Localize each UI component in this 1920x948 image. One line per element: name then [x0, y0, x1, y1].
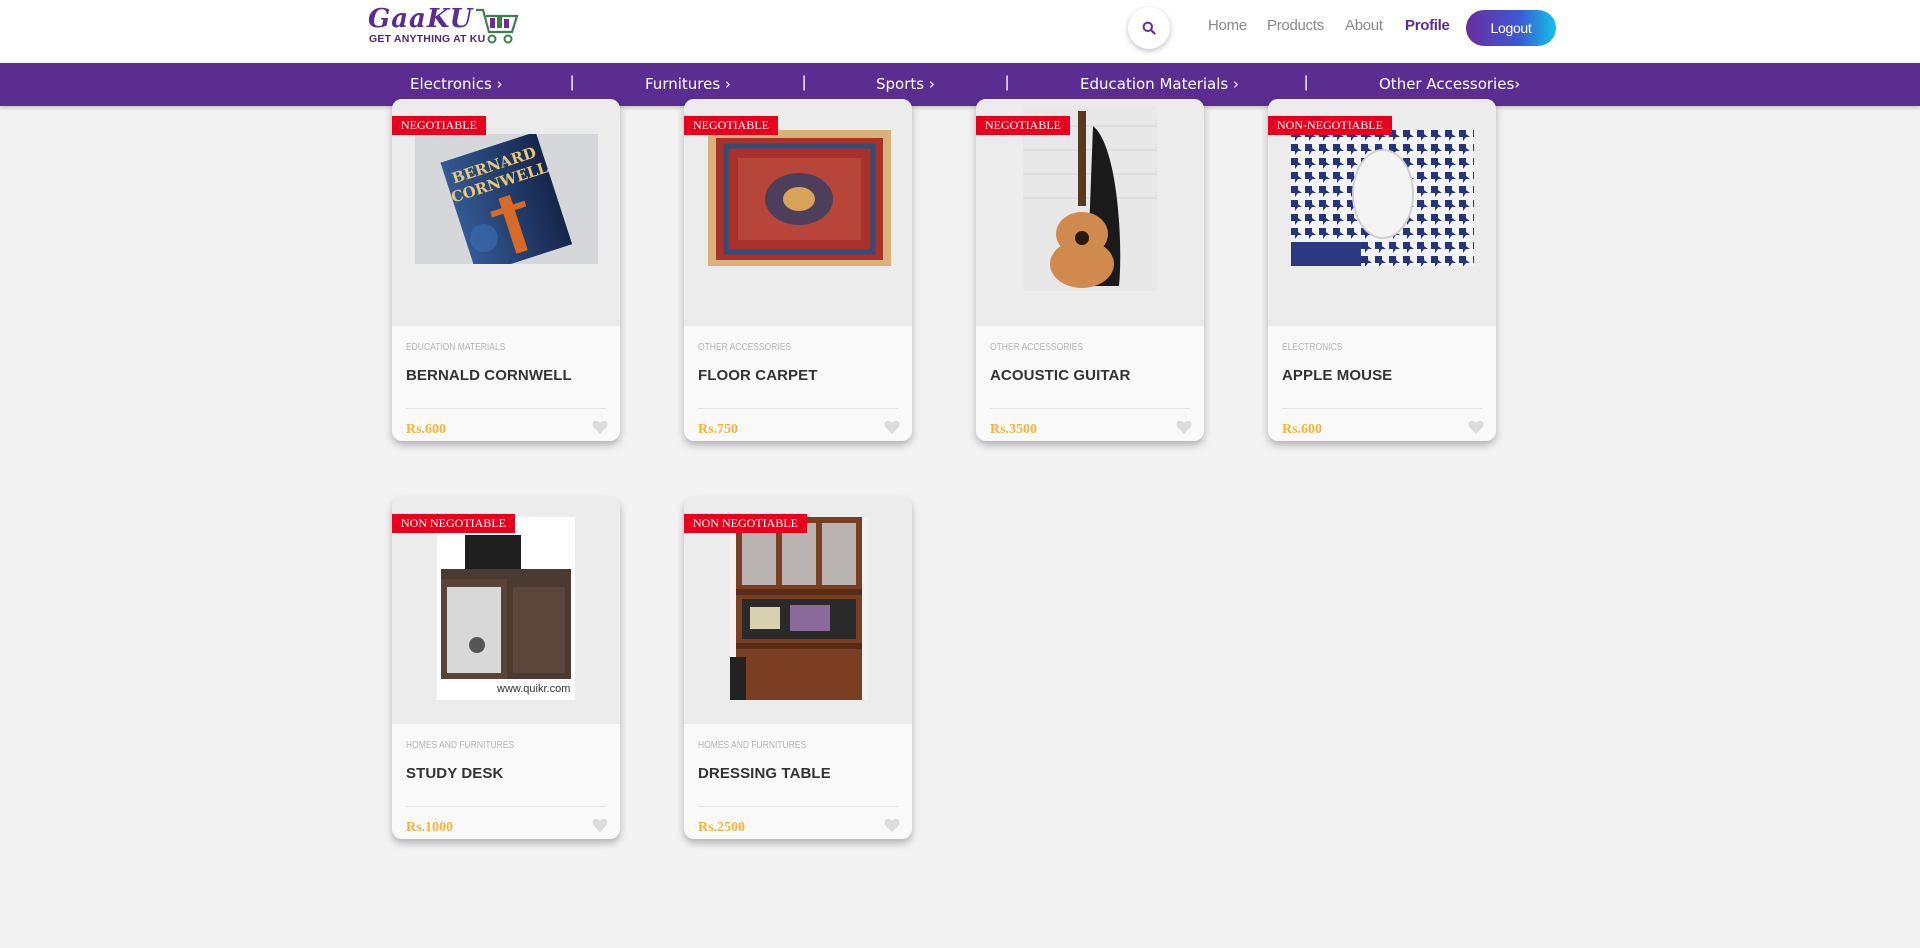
product-card[interactable]: NEGOTIABLE OTHER ACCESSORIES FLOOR CARPE… — [684, 99, 912, 441]
category-separator: | — [570, 74, 575, 91]
heart-icon[interactable] — [1468, 420, 1484, 435]
product-category: EDUCATION MATERIALS — [406, 342, 506, 353]
category-separator: | — [1304, 74, 1309, 91]
heart-icon[interactable] — [592, 420, 608, 435]
product-card[interactable]: www.quikr.com NON NEGOTIABLE HOMES AND F… — [392, 497, 620, 839]
category-separator: | — [802, 74, 807, 91]
desk-photo[interactable]: www.quikr.com — [437, 517, 575, 700]
heart-icon[interactable] — [592, 818, 608, 833]
product-price: Rs.600 — [406, 422, 447, 437]
divider — [406, 408, 606, 409]
category-nav-bar: Electronics › | Furnitures › | Sports › … — [0, 63, 1920, 106]
top-header: GaaKU GET ANYTHING AT KU Home Products A… — [0, 0, 1920, 63]
cabinet-photo[interactable] — [730, 517, 868, 700]
brand-name: GaaKU — [368, 4, 474, 34]
product-price: Rs.3500 — [990, 422, 1038, 437]
category-other-accessories[interactable]: Other Accessories› — [1379, 75, 1520, 93]
product-category: OTHER ACCESSORIES — [698, 342, 792, 353]
heart-icon[interactable] — [884, 420, 900, 435]
product-card[interactable]: BERNARD CORNWELL NEGOTIABLE EDUCATION MA… — [392, 99, 620, 441]
category-separator: | — [1005, 74, 1010, 91]
heart-icon[interactable] — [884, 818, 900, 833]
product-title[interactable]: APPLE MOUSE — [1282, 367, 1392, 384]
product-card[interactable]: NEGOTIABLE OTHER ACCESSORIES ACOUSTIC GU… — [976, 99, 1204, 441]
product-price: Rs.750 — [698, 422, 739, 437]
heart-icon[interactable] — [1176, 420, 1192, 435]
divider — [406, 806, 606, 807]
nav-products[interactable]: Products — [1267, 17, 1324, 34]
nav-profile[interactable]: Profile — [1405, 17, 1450, 34]
carpet-photo[interactable] — [708, 130, 891, 266]
nav-about[interactable]: About — [1345, 17, 1383, 34]
category-sports[interactable]: Sports › — [876, 75, 935, 93]
product-category: HOMES AND FURNITURES — [406, 740, 515, 751]
product-title[interactable]: STUDY DESK — [406, 765, 503, 782]
non-negotiable-badge: NON NEGOTIABLE — [392, 514, 515, 533]
product-title[interactable]: BERNALD CORNWELL — [406, 367, 572, 384]
non-negotiable-badge: NON-NEGOTIABLE — [1268, 116, 1392, 135]
product-title[interactable]: FLOOR CARPET — [698, 367, 818, 384]
product-card[interactable]: NON NEGOTIABLE HOMES AND FURNITURES DRES… — [684, 497, 912, 839]
product-price: Rs.1000 — [406, 820, 454, 835]
mouse-photo[interactable] — [1291, 130, 1474, 266]
divider — [990, 408, 1190, 409]
divider — [1282, 408, 1482, 409]
product-category: HOMES AND FURNITURES — [698, 740, 807, 751]
negotiable-badge: NEGOTIABLE — [684, 116, 778, 135]
product-price: Rs.2500 — [698, 820, 746, 835]
category-electronics[interactable]: Electronics › — [410, 75, 503, 93]
negotiable-badge: NEGOTIABLE — [976, 116, 1070, 135]
nav-home[interactable]: Home — [1208, 17, 1247, 34]
product-price: Rs.600 — [1282, 422, 1323, 437]
non-negotiable-badge: NON NEGOTIABLE — [684, 514, 807, 533]
negotiable-badge: NEGOTIABLE — [392, 116, 486, 135]
category-furnitures[interactable]: Furnitures › — [645, 75, 731, 93]
book-photo[interactable]: BERNARD CORNWELL — [415, 134, 598, 264]
product-title[interactable]: ACOUSTIC GUITAR — [990, 367, 1130, 384]
category-education-materials[interactable]: Education Materials › — [1080, 75, 1239, 93]
product-card[interactable]: NON-NEGOTIABLE ELECTRONICS APPLE MOUSE R… — [1268, 99, 1496, 441]
search-button[interactable] — [1128, 7, 1170, 49]
product-category: OTHER ACCESSORIES — [990, 342, 1084, 353]
brand-tagline: GET ANYTHING AT KU — [369, 33, 486, 45]
logout-button[interactable]: Logout — [1466, 10, 1556, 46]
search-icon — [1142, 21, 1156, 35]
divider — [698, 806, 898, 807]
shopping-cart-icon — [476, 8, 519, 44]
product-title[interactable]: DRESSING TABLE — [698, 765, 831, 782]
brand-logo[interactable]: GaaKU GET ANYTHING AT KU — [368, 4, 520, 50]
product-category: ELECTRONICS — [1282, 342, 1343, 353]
image-watermark: www.quikr.com — [497, 683, 571, 695]
divider — [698, 408, 898, 409]
